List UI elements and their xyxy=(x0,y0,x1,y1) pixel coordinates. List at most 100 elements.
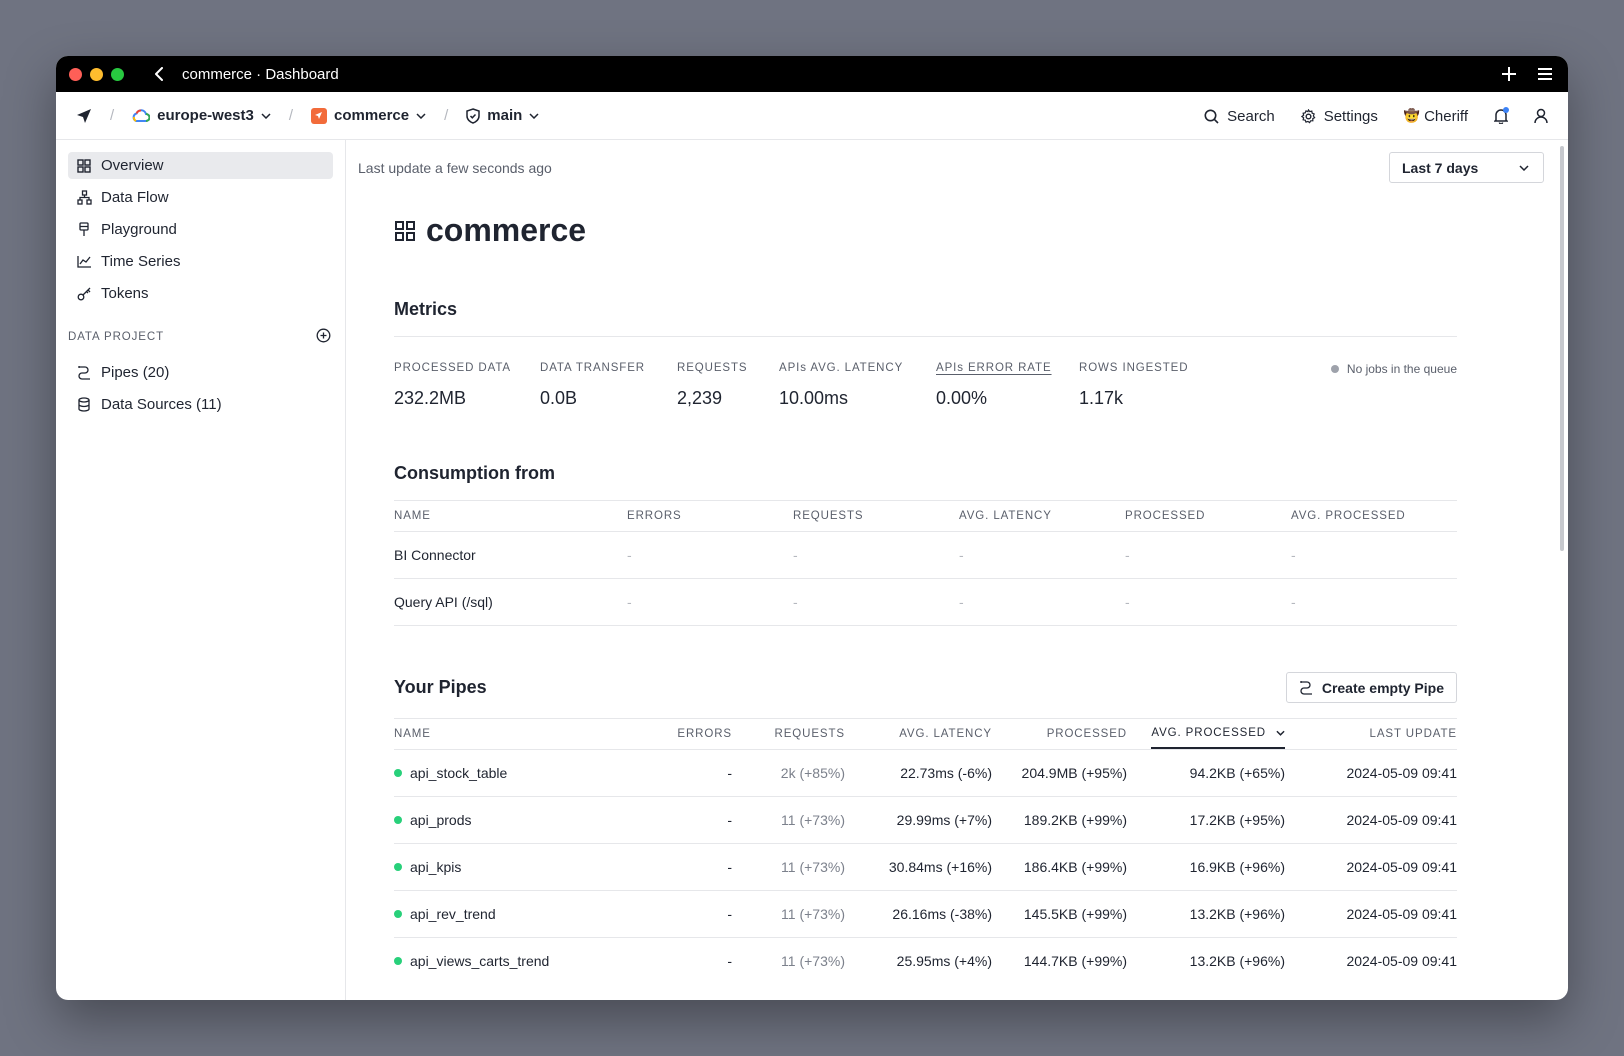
column-header[interactable]: NAME xyxy=(394,719,654,750)
metric-value: 2,239 xyxy=(677,388,723,408)
pipe-icon xyxy=(76,365,92,381)
menu-icon[interactable] xyxy=(1536,65,1554,83)
shield-icon xyxy=(466,107,481,124)
table-row[interactable]: api_views_carts_trend -11 (+73%) 25.95ms (… xyxy=(394,937,1457,985)
status-dot xyxy=(394,816,402,824)
pipe-name-cell[interactable]: api_prods xyxy=(394,796,654,844)
sorted-header[interactable]: AVG. PROCESSED xyxy=(1151,719,1285,749)
table-row[interactable]: api_kpis -11 (+73%) 30.84ms (+16%) 186.4KB … xyxy=(394,843,1457,891)
table-cell: 16.9KB (+96%) xyxy=(1127,843,1285,891)
table-row[interactable]: api_stock_table -2k (+85%) 22.73ms (-6%) 20… xyxy=(394,749,1457,797)
table-cell: 13.2KB (+96%) xyxy=(1127,937,1285,985)
status-dot xyxy=(1330,365,1339,373)
table-cell: - xyxy=(627,530,793,578)
settings-button[interactable]: Settings xyxy=(1300,108,1378,125)
metric-api-error-rate[interactable]: APIs ERROR RATE 0.00% xyxy=(936,362,1052,409)
workspace-selector[interactable]: commerce xyxy=(311,107,426,124)
branch-selector[interactable]: main xyxy=(466,107,539,124)
sidebar-item-data-sources[interactable]: Data Sources (11) xyxy=(68,391,333,418)
column-header[interactable]: AVG. LATENCY xyxy=(845,719,992,750)
pipe-name-label: api_stock_table xyxy=(410,765,508,781)
plus-icon[interactable] xyxy=(1500,65,1518,83)
pipe-name-cell[interactable]: api_views_carts_trend xyxy=(394,937,654,985)
table-cell: 29.99ms (+7%) xyxy=(845,796,992,844)
pipe-name[interactable]: api_rev_trend xyxy=(394,906,654,922)
scrollbar[interactable] xyxy=(1560,146,1564,551)
status-dot xyxy=(394,863,402,871)
pipe-name[interactable]: api_kpis xyxy=(394,859,654,875)
table-cell: Query API (/sql) xyxy=(394,577,627,626)
table-cell: 2k (+85%) xyxy=(732,749,845,797)
metrics-title: Metrics xyxy=(394,299,458,319)
search-icon xyxy=(1204,109,1219,124)
table-row[interactable]: BI Connector - - - - - xyxy=(394,530,1457,578)
table-cell: 17.2KB (+95%) xyxy=(1127,796,1285,844)
sidebar-item-label: Overview xyxy=(101,157,164,174)
account-button[interactable] xyxy=(1534,108,1548,124)
sidebar-item-overview[interactable]: Overview xyxy=(68,152,333,179)
date-range-select[interactable]: Last 7 days xyxy=(1389,152,1544,183)
metric-label: APIs AVG. LATENCY xyxy=(779,362,904,374)
table-cell: 204.9MB (+95%) xyxy=(992,749,1127,797)
playground-icon xyxy=(76,222,92,238)
database-icon xyxy=(76,397,92,413)
sidebar-item-playground[interactable]: Playground xyxy=(68,216,333,243)
gear-icon xyxy=(1300,108,1316,123)
table-row[interactable]: api_prods -11 (+73%) 29.99ms (+7%) 189.2KB … xyxy=(394,796,1457,844)
pipe-name[interactable]: api_prods xyxy=(394,812,654,828)
column-header: NAME xyxy=(394,509,431,522)
pipe-name-cell[interactable]: api_stock_table xyxy=(394,749,654,797)
sidebar-item-pipes[interactable]: Pipes (20) xyxy=(68,359,333,386)
metrics-row: PROCESSED DATA 232.2MB DATA TRANSFER 0.0… xyxy=(394,362,1457,422)
column-header-sorted[interactable]: AVG. PROCESSED xyxy=(1127,719,1285,750)
back-icon[interactable] xyxy=(150,65,168,83)
sidebar-item-label: Data Sources (11) xyxy=(101,396,222,413)
pipe-name-cell[interactable]: api_kpis xyxy=(394,843,654,891)
metric-value: 232.2MB xyxy=(394,388,467,408)
close-window-button[interactable] xyxy=(69,67,82,81)
metric-value: 1.17k xyxy=(1079,388,1124,408)
notification-badge xyxy=(1503,107,1509,113)
column-header[interactable]: ERRORS xyxy=(654,719,732,750)
table-row[interactable]: api_rev_trend -11 (+73%) 26.16ms (-38%) 145… xyxy=(394,890,1457,938)
table-row[interactable]: Query API (/sql) - - - - - xyxy=(394,577,1457,626)
grid-icon xyxy=(76,158,92,174)
column-header[interactable]: REQUESTS xyxy=(732,719,845,750)
pipe-name[interactable]: api_stock_table xyxy=(394,765,654,781)
column-header: AVG. LATENCY xyxy=(959,509,1052,522)
main-content: Last update a few seconds ago Last 7 day… xyxy=(346,140,1568,1000)
chevron-down-icon xyxy=(1519,164,1529,171)
pipe-name-cell[interactable]: api_rev_trend xyxy=(394,890,654,938)
sidebar-item-tokens[interactable]: Tokens xyxy=(68,280,333,307)
window-title: commerce · Dashboard xyxy=(182,65,339,83)
pipe-icon xyxy=(1300,681,1312,695)
cowboy-emoji-icon: 🤠 xyxy=(1403,108,1421,123)
table-cell: - xyxy=(627,577,793,626)
sidebar-item-data-flow[interactable]: Data Flow xyxy=(68,184,333,211)
chevron-down-icon xyxy=(416,112,426,119)
breadcrumb-separator: / xyxy=(444,107,449,124)
search-button[interactable]: Search xyxy=(1204,108,1275,125)
metric-value: 10.00ms xyxy=(779,388,849,408)
table-cell: 11 (+73%) xyxy=(732,843,845,891)
create-empty-pipe-button[interactable]: Create empty Pipe xyxy=(1285,672,1457,703)
table-cell: - xyxy=(654,937,732,985)
pipe-name[interactable]: api_views_carts_trend xyxy=(394,953,654,969)
sidebar-item-time-series[interactable]: Time Series xyxy=(68,248,333,275)
column-header-label: AVG. PROCESSED xyxy=(1151,727,1266,739)
create-pipe-label: Create empty Pipe xyxy=(1321,679,1444,696)
logo-icon[interactable] xyxy=(76,108,92,124)
add-circle-icon[interactable] xyxy=(316,328,331,346)
table-cell: 2024-05-09 09:41 xyxy=(1285,843,1457,891)
region-selector[interactable]: europe-west3 xyxy=(132,107,271,124)
notifications-button[interactable] xyxy=(1494,107,1509,124)
metric-label: PROCESSED DATA xyxy=(394,362,511,374)
maximize-window-button[interactable] xyxy=(111,67,124,81)
column-header[interactable]: PROCESSED xyxy=(992,719,1127,750)
column-header[interactable]: LAST UPDATE xyxy=(1285,719,1457,750)
user-workspace-button[interactable]: 🤠 Cheriff xyxy=(1404,108,1468,125)
table-cell: - xyxy=(793,577,959,626)
table-cell: 13.2KB (+96%) xyxy=(1127,890,1285,938)
metric-label[interactable]: APIs ERROR RATE xyxy=(936,362,1052,374)
minimize-window-button[interactable] xyxy=(90,67,103,81)
